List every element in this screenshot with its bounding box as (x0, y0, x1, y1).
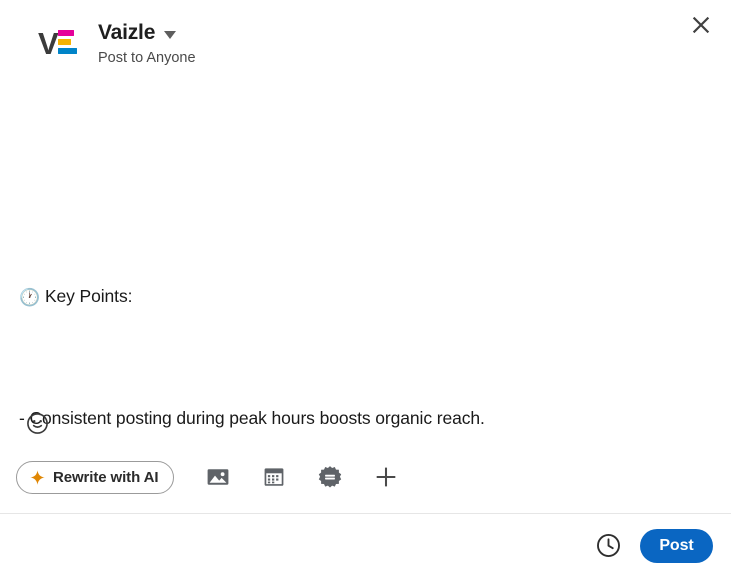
clock-icon (596, 534, 620, 557)
add-image-button[interactable] (204, 463, 232, 491)
clock-emoji-icon: 🕐 (19, 288, 41, 307)
close-button[interactable] (684, 8, 718, 42)
post-button[interactable]: Post (640, 528, 713, 563)
account-selector[interactable]: Vaizle (98, 20, 196, 46)
schedule-calendar-button[interactable] (260, 463, 288, 491)
composer-header: V Vaizle Post to Anyone (0, 0, 731, 86)
close-icon (692, 16, 710, 34)
celebrate-badge-button[interactable] (316, 463, 344, 491)
composer-footer: Post (0, 514, 731, 577)
chevron-down-icon[interactable] (164, 30, 177, 39)
emoji-picker-button[interactable] (24, 410, 50, 436)
composer-toolbar: Rewrite with AI (16, 460, 400, 494)
rewrite-with-ai-label: Rewrite with AI (53, 468, 159, 486)
award-badge-icon (319, 466, 342, 488)
account-name: Vaizle (98, 21, 156, 44)
account-identity: Vaizle Post to Anyone (98, 20, 196, 67)
post-line-bullet-1: - Consistent posting during peak hours b… (19, 408, 485, 428)
logo-bar-yellow (58, 39, 71, 45)
image-icon (208, 469, 229, 485)
rewrite-with-ai-button[interactable]: Rewrite with AI (16, 460, 175, 494)
more-options-button[interactable] (372, 463, 400, 491)
logo-bar-blue (58, 48, 77, 54)
post-line-blank-1 (19, 161, 679, 191)
key-points-heading: Key Points: (44, 286, 133, 306)
logo-bar-magenta (58, 30, 74, 36)
schedule-post-button[interactable] (594, 532, 622, 560)
vaizle-logo: V (38, 25, 77, 61)
calendar-icon (265, 468, 284, 486)
emoji-smiley-icon (26, 412, 48, 434)
post-composer-dialog: afford to miss the optimal posting times… (0, 0, 731, 577)
plus-icon (377, 467, 396, 487)
emoji-row (24, 410, 50, 436)
audience-label[interactable]: Post to Anyone (98, 49, 196, 67)
post-line-key-points: 🕐 Key Points: (19, 281, 679, 313)
sparkle-icon (30, 469, 45, 485)
logo-v-mark: V (38, 26, 59, 61)
